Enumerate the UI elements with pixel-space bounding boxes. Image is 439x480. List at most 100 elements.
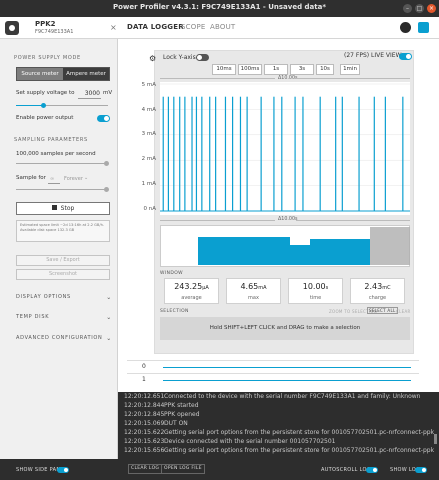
supply-voltage-input[interactable]: 3000 xyxy=(78,90,100,97)
stop-button[interactable]: Stop xyxy=(16,202,110,215)
live-view-toggle[interactable] xyxy=(399,53,412,60)
gear-icon[interactable]: ⚙ xyxy=(149,54,156,63)
enable-output-toggle[interactable] xyxy=(97,115,110,122)
disk-space-info: Estimated space limit ~2d 13:16h at 2.2 … xyxy=(16,220,110,242)
side-panel: POWER SUPPLY MODE Source meter Ampere me… xyxy=(0,39,118,459)
sampling-parameters-title: SAMPLING PARAMETERS xyxy=(14,137,88,143)
advanced-configuration-section[interactable]: ADVANCED CONFIGURATION ⌄ xyxy=(16,335,112,342)
temp-disk-section[interactable]: TEMP DISK ⌄ xyxy=(16,314,112,321)
sample-for-unit[interactable]: Forever xyxy=(64,176,83,182)
tab-data-logger[interactable]: DATA LOGGER xyxy=(127,23,184,31)
window-titlebar: Power Profiler v4.3.1: F9C749E133A1 - Un… xyxy=(0,0,439,17)
stat-charge-caption: charge xyxy=(368,295,387,301)
chevron-down-icon[interactable]: ⌄ xyxy=(84,175,88,181)
current-chart-svg[interactable] xyxy=(160,82,410,215)
nordic-logo-icon xyxy=(418,22,429,33)
screenshot-button[interactable]: Screenshot xyxy=(16,269,110,280)
log-time: 12:20:12.651 xyxy=(124,393,165,400)
save-export-button[interactable]: Save / Export xyxy=(16,255,110,266)
autoscroll-log-label: AUTOSCROLL LOG xyxy=(321,467,371,473)
window-10ms-button[interactable]: 10ms xyxy=(212,64,236,75)
stat-average-caption: average xyxy=(181,295,202,301)
autoscroll-log-toggle[interactable] xyxy=(366,467,378,473)
window-10s-button[interactable]: 10s xyxy=(316,64,334,75)
minimap-bracket-left xyxy=(160,220,275,221)
stat-time-value: 10.00 xyxy=(302,282,326,291)
sample-rate-slider-thumb[interactable] xyxy=(104,161,109,166)
log-time: 12:20:15.069 xyxy=(124,420,165,427)
log-panel: 12:20:12.651Connected to the device with… xyxy=(118,392,439,460)
device-serial: F9C749E133A1 xyxy=(35,29,74,35)
log-entry: 12:20:15.656Getting serial port options … xyxy=(124,447,434,454)
enable-output-label: Enable power output xyxy=(16,115,74,121)
window-3s-button[interactable]: 3s xyxy=(290,64,314,75)
log-message: Getting serial port options from the per… xyxy=(164,447,435,454)
lock-y-axis-label: Lock Y-axis xyxy=(163,54,196,61)
stat-average-value: 243.25 xyxy=(174,282,203,291)
digital-channel-1-label: 1 xyxy=(142,376,146,383)
lock-y-axis-toggle[interactable] xyxy=(196,54,209,61)
sample-rate-slider[interactable] xyxy=(16,163,108,164)
y-tick-1ma: 1 mA xyxy=(141,181,156,187)
log-message: Device connected with the serial number … xyxy=(164,438,336,445)
log-message: DUT ON xyxy=(164,420,188,427)
window-1min-button[interactable]: 1min xyxy=(340,64,360,75)
stat-time-unit: s xyxy=(325,285,329,291)
log-entry: 12:20:15.069DUT ON xyxy=(124,420,188,427)
tab-scope[interactable]: SCOPE xyxy=(181,23,206,31)
stat-max-value: 4.65 xyxy=(240,282,259,291)
select-all-button[interactable]: SELECT ALL xyxy=(367,307,398,314)
tab-about[interactable]: ABOUT xyxy=(210,23,235,31)
fps-text: (27 FPS) xyxy=(344,52,370,59)
digital-channel-1: 1 xyxy=(127,373,419,385)
chevron-down-icon: ⌄ xyxy=(106,294,112,301)
ampere-meter-option[interactable]: Ampere meter xyxy=(63,68,109,80)
close-window-icon[interactable]: × xyxy=(427,4,436,13)
show-side-panel-toggle[interactable] xyxy=(57,467,69,473)
github-icon[interactable] xyxy=(400,22,411,33)
delta-bracket-left xyxy=(160,78,275,79)
sample-duration-slider[interactable] xyxy=(16,189,108,190)
selection-hint: Hold SHIFT+LEFT CLICK and DRAG to make a… xyxy=(160,317,410,340)
supply-voltage-underline xyxy=(78,98,101,99)
log-entry: 12:20:15.622Getting serial port options … xyxy=(124,429,434,436)
supply-voltage-slider-thumb[interactable] xyxy=(41,103,46,108)
supply-voltage-unit: mV xyxy=(103,90,113,96)
device-close-icon[interactable]: × xyxy=(110,23,117,32)
stat-charge-unit: mC xyxy=(382,285,391,291)
stat-charge: 2.43mC charge xyxy=(350,278,405,304)
log-message: Connected to the device with the serial … xyxy=(164,393,421,400)
open-log-file-button[interactable]: OPEN LOG FILE xyxy=(161,464,205,474)
minimap-svg[interactable] xyxy=(160,225,410,267)
clear-selection-button[interactable]: CLEAR xyxy=(396,309,411,314)
window-1s-button[interactable]: 1s xyxy=(264,64,288,75)
window-100ms-button[interactable]: 100ms xyxy=(238,64,262,75)
y-tick-2ma: 2 mA xyxy=(141,156,156,162)
display-options-section[interactable]: DISPLAY OPTIONS ⌄ xyxy=(16,294,112,301)
window-label: WINDOW xyxy=(160,271,183,276)
log-time: 12:20:15.656 xyxy=(124,447,165,454)
y-tick-5ma: 5 mA xyxy=(141,82,156,88)
sample-for-label: Sample for xyxy=(16,175,46,181)
app-header: PPK2 F9C749E133A1 × DATA LOGGER SCOPE AB… xyxy=(0,17,439,39)
stop-icon xyxy=(51,205,57,210)
log-scrollbar[interactable] xyxy=(434,434,437,444)
minimap-block-1 xyxy=(198,237,290,265)
minimap-bracket-right xyxy=(296,220,410,221)
minimize-icon[interactable]: – xyxy=(403,4,412,13)
log-entry: 12:20:12.651Connected to the device with… xyxy=(124,393,420,400)
stat-time-caption: time xyxy=(309,295,322,301)
maximize-icon[interactable]: □ xyxy=(415,4,424,13)
log-entry: 12:20:15.623Device connected with the se… xyxy=(124,438,335,445)
power-supply-mode-title: POWER SUPPLY MODE xyxy=(14,55,81,61)
minimap-viewport[interactable] xyxy=(370,227,410,265)
show-log-toggle[interactable] xyxy=(415,467,427,473)
clear-log-button[interactable]: CLEAR LOG xyxy=(128,464,163,474)
source-meter-option[interactable]: Source meter xyxy=(17,68,63,80)
stop-button-label: Stop xyxy=(60,205,75,212)
log-time: 12:20:12.844 xyxy=(124,402,165,409)
sample-duration-slider-thumb[interactable] xyxy=(104,187,109,192)
y-tick-3ma: 3 mA xyxy=(141,131,156,137)
digital-channel-0-label: 0 xyxy=(142,363,146,370)
sample-for-value[interactable]: ∞ xyxy=(50,176,54,182)
